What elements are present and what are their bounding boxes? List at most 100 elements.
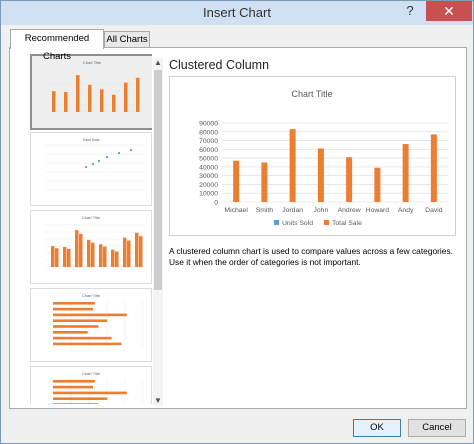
thumbnail-bar xyxy=(53,319,108,322)
ok-button[interactable]: OK xyxy=(353,419,401,437)
thumbnail-bar xyxy=(139,236,143,267)
bar-total-sale xyxy=(402,144,409,202)
thumbnail-bar xyxy=(63,247,67,267)
thumbnail-point xyxy=(91,162,95,166)
y-tick-label: 60000 xyxy=(199,147,218,154)
thumbnail-bar xyxy=(112,94,116,112)
bar-total-sale xyxy=(233,160,240,202)
thumbnail-bar xyxy=(53,325,99,328)
thumbnail-combo-column[interactable]: Chart Title xyxy=(30,210,152,284)
thumbnail-bar xyxy=(64,92,68,112)
bar-total-sale xyxy=(317,148,324,202)
cancel-button[interactable]: Cancel xyxy=(408,419,466,437)
y-tick-label: 90000 xyxy=(199,121,218,128)
thumbnail-bar xyxy=(91,242,95,267)
thumbnail-bar xyxy=(111,249,115,267)
legend-swatch-total-sale xyxy=(324,220,329,225)
thumbnail-bar xyxy=(55,248,59,267)
thumbnail-title: Chart Title xyxy=(82,371,101,376)
y-tick-label: 10000 xyxy=(199,191,218,198)
insert-chart-dialog: Insert Chart ? ✕ Recommended Charts All … xyxy=(0,0,474,444)
chart-description: A clustered column chart is used to comp… xyxy=(169,246,453,267)
thumbnail-point xyxy=(105,155,109,159)
thumbnail-point xyxy=(97,159,101,163)
thumbnail-bar xyxy=(53,391,127,395)
bar-total-sale xyxy=(374,167,381,202)
thumbnail-bar xyxy=(53,385,93,389)
thumbnail-bar xyxy=(53,403,99,404)
scroll-down-icon[interactable]: ▼ xyxy=(153,396,163,406)
legend-label-units-sold: Units Sold xyxy=(282,220,313,227)
legend-label-total-sale: Total Sale xyxy=(332,220,362,227)
chart-type-heading: Clustered Column xyxy=(169,58,270,72)
close-button[interactable]: ✕ xyxy=(426,1,472,21)
thumbnail-bar xyxy=(53,342,122,346)
thumbnail-chart: Chart Title xyxy=(45,215,145,268)
y-tick-label: 30000 xyxy=(199,173,218,180)
x-tick-label: Jordan xyxy=(282,207,303,214)
thumbnail-chart: Chart Title xyxy=(52,371,144,404)
thumbnail-bar xyxy=(53,302,95,305)
preview-chart: Chart Title 0 10000 20000 30000 4000050000 600… xyxy=(199,89,448,227)
thumbnail-point xyxy=(117,151,121,155)
y-tick-label: 0 xyxy=(214,200,218,207)
thumbnail-clustered-bar[interactable]: Chart Title xyxy=(30,288,152,362)
thumbnail-bar xyxy=(53,336,112,340)
title-bar: Insert Chart ? ✕ xyxy=(1,1,473,25)
tab-recommended-charts[interactable]: Recommended Charts xyxy=(10,29,104,62)
thumbnail-bar xyxy=(124,82,128,112)
bar-total-sale xyxy=(261,162,268,202)
thumbnail-bar xyxy=(76,75,80,112)
recommended-chart-list: Chart Title Total Sale Chart Title Chart… xyxy=(20,54,152,404)
tab-all-charts[interactable]: All Charts xyxy=(104,31,150,48)
bar-total-sale xyxy=(289,129,296,202)
thumbnail-bar xyxy=(52,91,56,112)
y-tick-label: 70000 xyxy=(199,138,218,145)
thumbnail-point xyxy=(129,148,133,152)
thumbnail-bar xyxy=(87,239,91,267)
thumbnail-bar xyxy=(75,230,79,267)
thumbnail-clustered-bar-2[interactable]: Chart Title xyxy=(30,366,152,404)
thumbnail-bar xyxy=(103,246,107,267)
scrollbar-thumb[interactable] xyxy=(154,70,162,290)
chart-panel: Chart Title Total Sale Chart Title Chart… xyxy=(9,47,467,409)
bar-total-sale xyxy=(346,157,353,202)
y-tick-label: 20000 xyxy=(199,182,218,189)
thumbnail-bar xyxy=(53,331,88,334)
x-tick-label: Andrew xyxy=(338,207,361,214)
thumbnail-chart: Total Sale xyxy=(45,137,145,191)
chart-title: Chart Title xyxy=(291,89,332,99)
thumbnail-bar xyxy=(67,249,71,267)
scroll-up-icon[interactable]: ▲ xyxy=(153,58,163,68)
thumbnail-bar xyxy=(53,313,127,317)
x-tick-label: Smith xyxy=(256,207,274,214)
y-tick-label: 50000 xyxy=(199,156,218,163)
thumbnail-title: Chart Title xyxy=(83,60,102,65)
thumbnail-bar xyxy=(135,232,139,267)
thumbnail-title: Chart Title xyxy=(82,293,101,298)
x-tick-label: Andy xyxy=(398,207,414,214)
legend-swatch-units-sold xyxy=(274,220,279,225)
thumbnail-bar xyxy=(127,240,131,267)
thumbnail-bar xyxy=(136,77,140,112)
thumbnail-bar xyxy=(115,251,119,267)
thumbnail-scrollbar[interactable]: ▲ ▼ xyxy=(153,58,163,406)
thumbnail-chart: Chart Title xyxy=(46,60,146,113)
x-tick-label: David xyxy=(425,207,443,214)
thumbnail-bar xyxy=(53,397,108,400)
thumbnail-bar xyxy=(99,244,103,267)
thumbnail-bar xyxy=(53,307,93,311)
thumbnail-scatter[interactable]: Total Sale xyxy=(30,132,152,206)
help-button[interactable]: ? xyxy=(399,1,421,21)
y-tick-label: 80000 xyxy=(199,129,218,136)
thumbnail-point xyxy=(84,165,88,169)
chart-preview: Chart Title 0 10000 20000 30000 40000 50000 600… xyxy=(169,76,456,236)
thumbnail-bar xyxy=(51,246,55,267)
y-tick-label: 40000 xyxy=(199,164,218,171)
bar-total-sale xyxy=(430,134,437,202)
thumbnail-title: Total Sale xyxy=(82,137,100,142)
thumbnail-title: Chart Title xyxy=(82,215,101,220)
thumbnail-bar xyxy=(79,233,83,267)
thumbnail-bar xyxy=(100,89,104,112)
x-tick-label: Howard xyxy=(366,207,390,214)
